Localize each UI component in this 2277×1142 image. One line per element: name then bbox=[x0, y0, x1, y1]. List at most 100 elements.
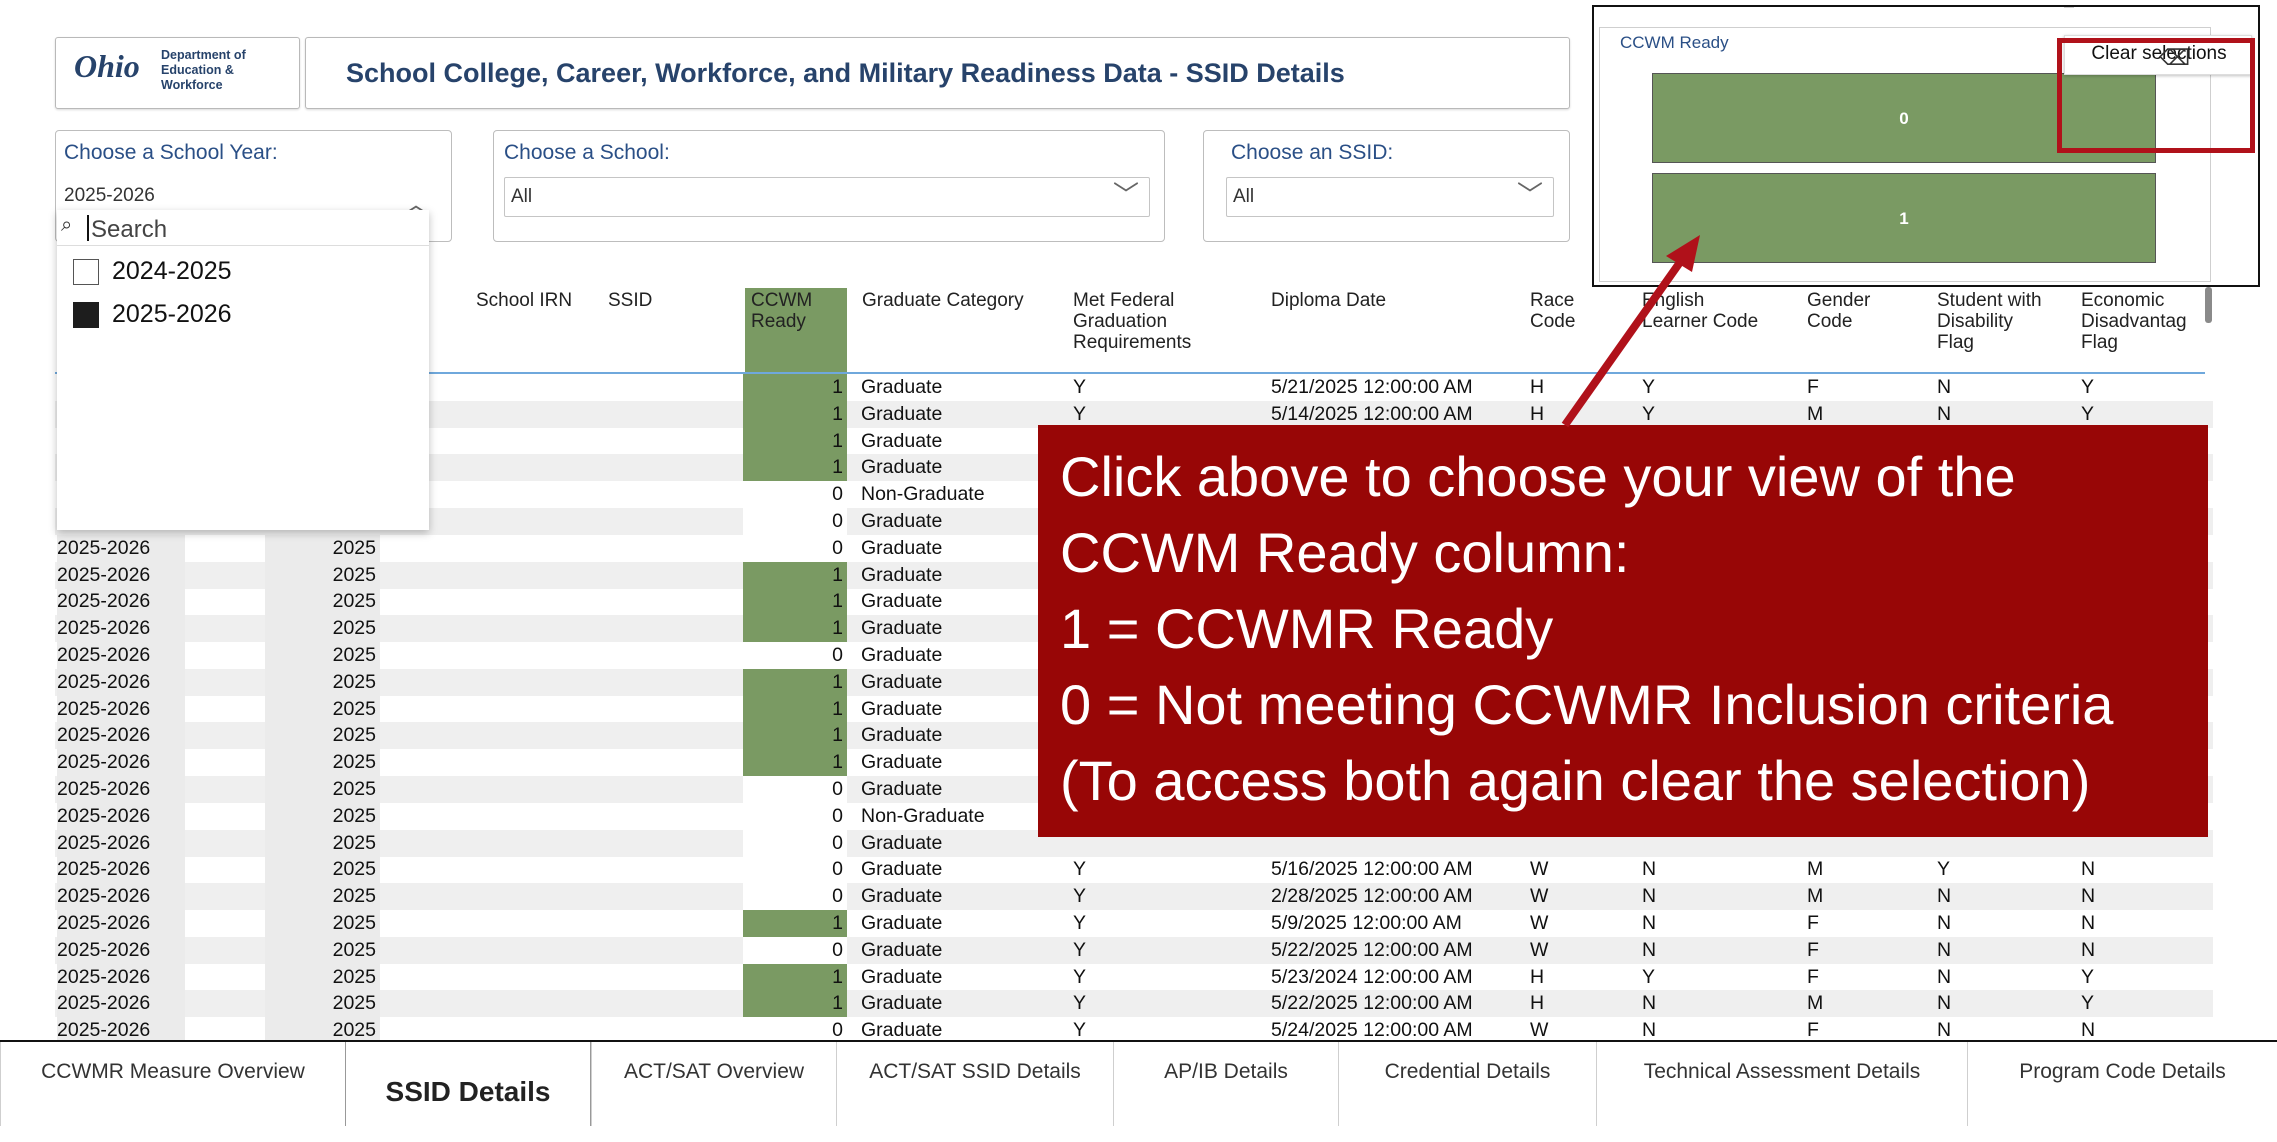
checkbox-2025-2026[interactable] bbox=[73, 302, 99, 328]
option-label-2024-2025: 2024-2025 bbox=[112, 257, 232, 285]
cell-ccwm-ready: 1 bbox=[743, 427, 847, 455]
cell-english-learner: N bbox=[1642, 885, 1657, 908]
cell-school-year: 2025-2026 bbox=[57, 534, 185, 562]
column-header-school-irn[interactable]: School IRN bbox=[476, 290, 572, 311]
cell-school-year: 2025-2026 bbox=[57, 588, 185, 616]
column-header-race-code[interactable]: Race Code bbox=[1530, 290, 1575, 332]
school-selected: All bbox=[511, 186, 533, 207]
table-row[interactable]: 2025-2026 2025 1 Graduate Y 5/23/2024 12:00:0… bbox=[55, 963, 2213, 991]
column-header-diploma-date[interactable]: Diploma Date bbox=[1271, 290, 1386, 311]
cell-school-year: 2025-2026 bbox=[57, 642, 185, 669]
cell-graduate-category: Graduate bbox=[861, 510, 943, 532]
cell-met-federal: Y bbox=[1073, 376, 1087, 398]
table-row[interactable]: 2025-2026 2025 0 Graduate Y 5/16/2025 12:00:0… bbox=[55, 856, 2213, 884]
table-scrollbar[interactable] bbox=[2205, 287, 2212, 323]
checkbox-2024-2025[interactable] bbox=[73, 259, 99, 285]
tab-act-sat-overview[interactable]: ACT/SAT Overview bbox=[591, 1042, 836, 1126]
cell-ccwm-ready: 0 bbox=[743, 508, 847, 535]
cell-graduate-category: Graduate bbox=[861, 938, 943, 961]
cell-disability-flag: N bbox=[1937, 992, 1952, 1015]
cell-school-year: 2025-2026 bbox=[57, 749, 185, 777]
cell-ccwm-ready: 1 bbox=[743, 588, 847, 616]
cell-ccwm-ready: 1 bbox=[743, 668, 847, 696]
table-row[interactable]: 2025-2026 2025 1 Graduate Y 5/22/2025 12:00:0… bbox=[55, 990, 2213, 1018]
cell-ccwm-ready: 1 bbox=[743, 695, 847, 723]
cell-met-federal: Y bbox=[1073, 938, 1087, 961]
dropdown-search[interactable]: ⌕ Search bbox=[57, 210, 429, 246]
tab-ap-ib-details[interactable]: AP/IB Details bbox=[1113, 1042, 1338, 1126]
table-row[interactable]: 2025-2026 2025 0 Graduate Y 5/22/2025 12:00:0… bbox=[55, 936, 2213, 964]
table-row[interactable]: 2025-2026 2025 1 Graduate Y 5/9/2025 12:00:00… bbox=[55, 910, 2213, 937]
school-slicer-title: Choose a School: bbox=[504, 141, 670, 164]
tab-ccwmr-measure-overview[interactable]: CCWMR Measure Overview bbox=[0, 1042, 345, 1126]
cell-graduate-category: Graduate bbox=[861, 992, 943, 1015]
cell-economic-flag: Y bbox=[2081, 992, 2095, 1015]
department-name: Department of Education & Workforce bbox=[161, 48, 246, 92]
cell-report-year: 2025 bbox=[265, 776, 380, 803]
cell-diploma-date: 5/16/2025 12:00:00 AM bbox=[1271, 858, 1473, 881]
tab-act-sat-ssid-details[interactable]: ACT/SAT SSID Details bbox=[836, 1042, 1113, 1126]
cell-school-year: 2025-2026 bbox=[57, 963, 185, 991]
cell-school-year: 2025-2026 bbox=[57, 910, 185, 937]
cell-disability-flag: N bbox=[1937, 402, 1952, 425]
cell-graduate-category: Graduate bbox=[861, 858, 943, 881]
ssid-selected: All bbox=[1233, 186, 1255, 207]
column-header-ssid[interactable]: SSID bbox=[608, 290, 652, 311]
cell-gender-code: M bbox=[1807, 402, 1824, 425]
cell-disability-flag: N bbox=[1937, 912, 1952, 934]
tab-ssid-details[interactable]: SSID Details bbox=[345, 1042, 591, 1126]
tab-technical-assessment-details[interactable]: Technical Assessment Details bbox=[1596, 1042, 1967, 1126]
cell-graduate-category: Graduate bbox=[861, 402, 943, 425]
column-header-disability-flag[interactable]: Student with Disability Flag bbox=[1937, 290, 2042, 353]
search-icon: ⌕ bbox=[61, 214, 73, 236]
school-slicer: Choose a School: All ﹀ bbox=[493, 130, 1165, 242]
table-row[interactable]: 2025-2026 2025 0 Graduate Y 2/28/2025 12:00:0… bbox=[55, 883, 2213, 911]
option-2024-2025[interactable]: 2024-2025 bbox=[67, 255, 407, 289]
cell-report-year: 2025 bbox=[265, 642, 380, 669]
cell-race-code: H bbox=[1530, 965, 1545, 988]
title-banner: School College, Career, Workforce, and M… bbox=[305, 37, 1570, 109]
callout-line-1: Click above to choose your view of the bbox=[1060, 445, 2016, 508]
page-tab-bar: CCWMR Measure Overview SSID Details ACT/… bbox=[0, 1040, 2277, 1126]
cell-gender-code: M bbox=[1807, 992, 1824, 1015]
tab-program-code-details[interactable]: Program Code Details bbox=[1967, 1042, 2277, 1126]
page-title: School College, Career, Workforce, and M… bbox=[346, 58, 1345, 88]
cell-met-federal: Y bbox=[1073, 912, 1087, 934]
school-year-selected: 2025-2026 bbox=[64, 185, 155, 206]
column-header-gender-code[interactable]: Gender Code bbox=[1807, 290, 1870, 332]
school-select[interactable]: All ﹀ bbox=[504, 177, 1150, 217]
cell-ccwm-ready: 1 bbox=[743, 561, 847, 589]
cell-race-code: W bbox=[1530, 912, 1549, 934]
cell-graduate-category: Graduate bbox=[861, 965, 943, 988]
cell-diploma-date: 5/22/2025 12:00:00 AM bbox=[1271, 938, 1473, 961]
column-header-english-learner[interactable]: English Learner Code bbox=[1642, 290, 1758, 332]
tab-credential-details[interactable]: Credential Details bbox=[1338, 1042, 1596, 1126]
cell-graduate-category: Graduate bbox=[861, 670, 943, 693]
option-2025-2026[interactable]: 2025-2026 bbox=[67, 298, 407, 332]
cell-ccwm-ready: 0 bbox=[743, 802, 847, 830]
column-header-met-federal[interactable]: Met Federal Graduation Requirements bbox=[1073, 290, 1191, 353]
visual-title: CCWM Ready bbox=[1620, 33, 1729, 52]
column-header-economic-flag[interactable]: Economic Disadvantag Flag bbox=[2081, 290, 2187, 353]
cell-school-year: 2025-2026 bbox=[57, 856, 185, 884]
cell-report-year: 2025 bbox=[265, 856, 380, 884]
option-label-2025-2026: 2025-2026 bbox=[112, 300, 232, 328]
school-year-select[interactable]: 2025-2026 ︿ bbox=[64, 181, 434, 217]
cell-met-federal: Y bbox=[1073, 402, 1087, 425]
column-header-ccwm-ready[interactable]: CCWM Ready bbox=[745, 288, 847, 375]
cell-english-learner: Y bbox=[1642, 402, 1656, 425]
cell-graduate-category: Graduate bbox=[861, 751, 943, 774]
cell-race-code: H bbox=[1530, 402, 1545, 425]
cell-school-year: 2025-2026 bbox=[57, 668, 185, 696]
cell-ccwm-ready: 1 bbox=[743, 990, 847, 1018]
ccwm-bar-1[interactable]: 1 bbox=[1652, 173, 2156, 263]
cell-met-federal: Y bbox=[1073, 885, 1087, 908]
search-input[interactable]: Search bbox=[91, 216, 167, 244]
cell-race-code: W bbox=[1530, 858, 1549, 881]
cell-english-learner: N bbox=[1642, 912, 1657, 934]
cell-report-year: 2025 bbox=[265, 883, 380, 911]
ssid-select[interactable]: All ﹀ bbox=[1226, 177, 1554, 217]
cell-disability-flag: N bbox=[1937, 885, 1952, 908]
column-header-graduate-category[interactable]: Graduate Category bbox=[862, 290, 1024, 311]
cell-report-year: 2025 bbox=[265, 910, 380, 937]
